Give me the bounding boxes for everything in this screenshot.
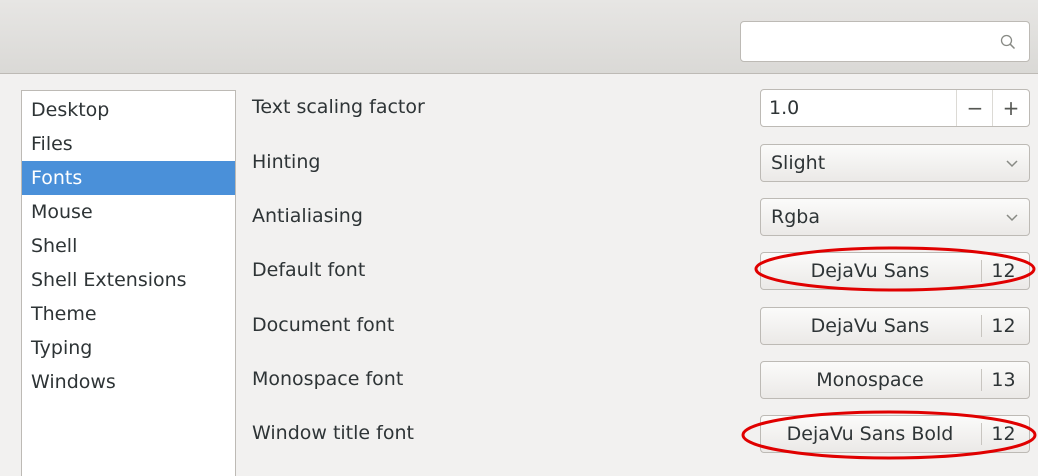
default-font-button[interactable]: DejaVu Sans 12	[760, 252, 1030, 290]
monospace-font-size: 13	[991, 369, 1016, 391]
text-scaling-label: Text scaling factor	[252, 96, 425, 118]
search-icon	[1000, 34, 1016, 50]
monospace-font-name: Monospace	[816, 369, 924, 391]
sidebar-item-shell[interactable]: Shell	[22, 229, 235, 263]
chevron-down-icon	[1006, 214, 1018, 222]
sidebar-item-files[interactable]: Files	[22, 127, 235, 161]
monospace-font-label: Monospace font	[252, 368, 404, 390]
hinting-dropdown[interactable]: Slight	[760, 144, 1030, 182]
document-font-label: Document font	[252, 314, 395, 336]
sidebar-item-windows[interactable]: Windows	[22, 365, 235, 399]
sidebar-item-shell-extensions[interactable]: Shell Extensions	[22, 263, 235, 297]
hinting-row: Hinting Slight	[236, 139, 1038, 185]
default-font-name: DejaVu Sans	[810, 260, 930, 282]
search-input[interactable]	[740, 21, 1030, 62]
text-scaling-spinbutton[interactable]: 1.0 − +	[760, 89, 1030, 127]
antialiasing-row: Antialiasing Rgba	[236, 193, 1038, 239]
default-font-label: Default font	[252, 259, 366, 281]
monospace-font-button[interactable]: Monospace 13	[760, 361, 1030, 399]
default-font-row: Default font DejaVu Sans 12	[236, 247, 1038, 293]
default-font-size: 12	[991, 260, 1016, 282]
chevron-down-icon	[1006, 160, 1018, 168]
sidebar-item-desktop[interactable]: Desktop	[22, 93, 235, 127]
sidebar: Desktop Files Fonts Mouse Shell Shell Ex…	[21, 90, 236, 476]
document-font-button[interactable]: DejaVu Sans 12	[760, 307, 1030, 345]
sidebar-item-fonts[interactable]: Fonts	[22, 161, 235, 195]
text-scaling-row: Text scaling factor 1.0 − +	[236, 84, 1038, 130]
window-title-font-name: DejaVu Sans Bold	[786, 423, 954, 445]
antialiasing-value: Rgba	[771, 206, 820, 228]
increment-button[interactable]: +	[992, 90, 1029, 126]
window-title-font-button[interactable]: DejaVu Sans Bold 12	[760, 415, 1030, 453]
text-scaling-value[interactable]: 1.0	[769, 90, 799, 126]
sidebar-item-theme[interactable]: Theme	[22, 297, 235, 331]
antialiasing-label: Antialiasing	[252, 205, 363, 227]
hinting-value: Slight	[771, 152, 826, 174]
hinting-label: Hinting	[252, 151, 321, 173]
sidebar-item-typing[interactable]: Typing	[22, 331, 235, 365]
antialiasing-dropdown[interactable]: Rgba	[760, 198, 1030, 236]
document-font-name: DejaVu Sans	[810, 315, 930, 337]
header-bar	[0, 0, 1038, 74]
monospace-font-row: Monospace font Monospace 13	[236, 356, 1038, 402]
window-title-font-size: 12	[991, 423, 1016, 445]
window-title-font-label: Window title font	[252, 422, 414, 444]
document-font-row: Document font DejaVu Sans 12	[236, 302, 1038, 348]
document-font-size: 12	[991, 315, 1016, 337]
decrement-button[interactable]: −	[956, 90, 993, 126]
window-title-font-row: Window title font DejaVu Sans Bold 12	[236, 410, 1038, 456]
sidebar-item-mouse[interactable]: Mouse	[22, 195, 235, 229]
